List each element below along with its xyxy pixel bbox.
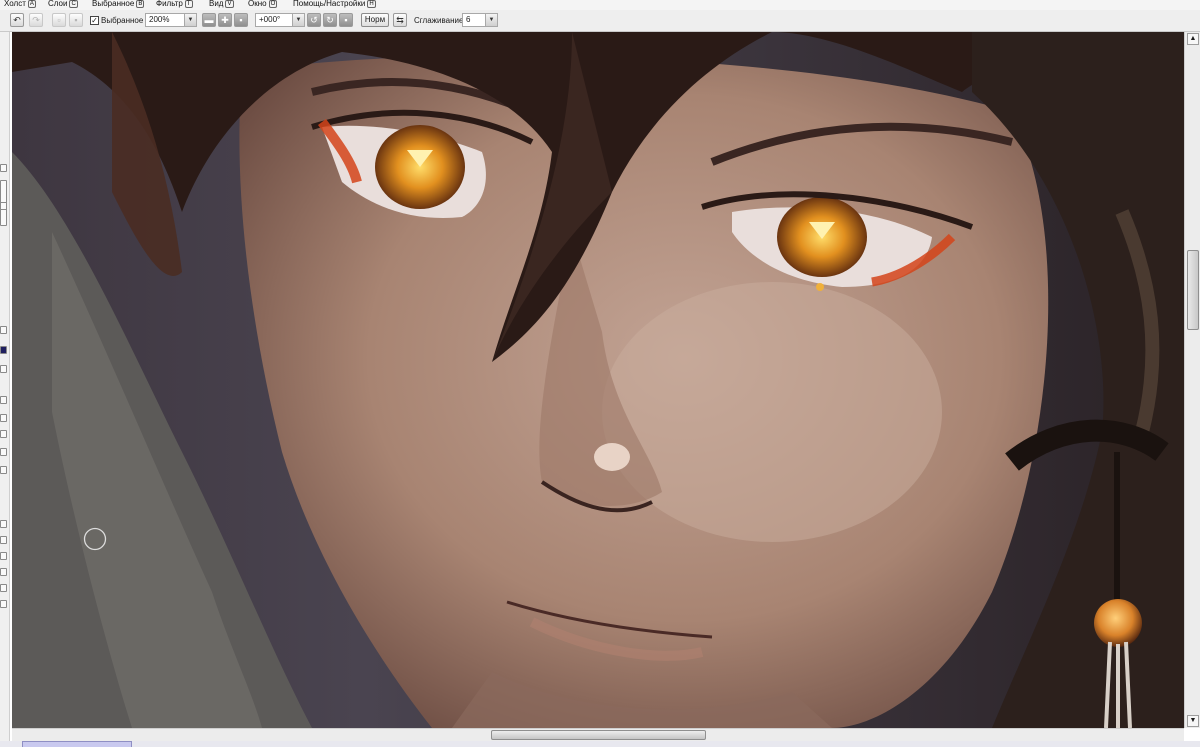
- menu-bar: Холст A Слои C Выбранное B Фильтр T Вид V Окн…: [0, 0, 1200, 10]
- horizontal-scrollbar[interactable]: [12, 728, 1184, 741]
- smoothing-label: Сглаживание: [414, 16, 464, 25]
- status-bar: [0, 741, 1200, 747]
- menu-help-settings[interactable]: Помощь/Настройки H: [293, 0, 376, 9]
- panel-control[interactable]: [0, 202, 7, 210]
- menu-filter[interactable]: Фильтр T: [156, 0, 193, 9]
- panel-control[interactable]: [0, 568, 7, 576]
- vertical-scrollbar[interactable]: ▲ ▼: [1184, 32, 1200, 728]
- rotation-value: +000°: [259, 15, 281, 24]
- document-tab[interactable]: [22, 741, 132, 747]
- deselect-button[interactable]: ▫: [52, 13, 66, 27]
- redo-button[interactable]: ↷: [29, 13, 43, 27]
- color-swatch[interactable]: [0, 346, 7, 354]
- chevron-down-icon: ▼: [184, 14, 196, 26]
- horizontal-scroll-thumb[interactable]: [491, 730, 706, 740]
- menu-layers[interactable]: Слои C: [48, 0, 78, 9]
- redo-icon: ↷: [32, 14, 40, 25]
- panel-control[interactable]: [0, 600, 7, 608]
- panel-control[interactable]: [0, 448, 7, 456]
- panel-control[interactable]: [0, 536, 7, 544]
- panel-control[interactable]: [0, 414, 7, 422]
- menu-canvas[interactable]: Холст A: [4, 0, 36, 9]
- selection-label: Выбранное: [101, 16, 144, 25]
- smoothing-select[interactable]: 6 ▼: [462, 13, 498, 27]
- toolbar: ↶ ↷ ▫ ▪ ✓ Выбранное 200% ▼ ▬ ✚ ▪ +000° ▼…: [0, 10, 1200, 32]
- zoom-out-button[interactable]: ▬: [202, 13, 216, 27]
- panel-control[interactable]: [0, 520, 7, 528]
- menu-window[interactable]: Окно O: [248, 0, 278, 9]
- undo-button[interactable]: ↶: [10, 13, 24, 27]
- deselect-icon: ▫: [57, 14, 61, 25]
- zoom-value: 200%: [149, 15, 170, 24]
- zoom-reset-button[interactable]: ▪: [234, 13, 248, 27]
- vertical-scroll-thumb[interactable]: [1187, 250, 1199, 330]
- plus-icon: ✚: [221, 14, 229, 25]
- rotate-left-icon: ↺: [310, 14, 318, 25]
- drawing-canvas[interactable]: [12, 32, 1184, 728]
- flip-icon: ⇆: [396, 14, 404, 25]
- panel-control[interactable]: [0, 584, 7, 592]
- rotation-select[interactable]: +000° ▼: [255, 13, 305, 27]
- invert-selection-button[interactable]: ▪: [69, 13, 83, 27]
- panel-control[interactable]: [0, 326, 7, 334]
- panel-control[interactable]: [0, 466, 7, 474]
- selection-checkbox[interactable]: ✓: [90, 16, 99, 25]
- reset-icon: ▪: [344, 14, 348, 25]
- smoothing-value: 6: [466, 15, 471, 24]
- chevron-down-icon: ▼: [292, 14, 304, 26]
- panel-control[interactable]: [0, 164, 7, 172]
- menu-selection[interactable]: Выбранное B: [92, 0, 145, 9]
- panel-control[interactable]: [0, 396, 7, 404]
- flip-horizontal-button[interactable]: ⇆: [393, 13, 407, 27]
- invert-selection-icon: ▪: [74, 14, 78, 25]
- canvas-artwork: [12, 32, 1184, 728]
- left-tool-panel: [0, 32, 10, 747]
- rotate-right-button[interactable]: ↻: [323, 13, 337, 27]
- zoom-select[interactable]: 200% ▼: [145, 13, 197, 27]
- blend-mode-button[interactable]: Норм: [361, 13, 389, 27]
- rotate-right-icon: ↻: [326, 14, 334, 25]
- scroll-up-icon[interactable]: ▲: [1187, 33, 1199, 45]
- undo-icon: ↶: [13, 14, 21, 25]
- menu-view[interactable]: Вид V: [209, 0, 234, 9]
- minus-icon: ▬: [204, 14, 214, 25]
- reset-icon: ▪: [239, 14, 243, 25]
- rotate-left-button[interactable]: ↺: [307, 13, 321, 27]
- panel-control[interactable]: [0, 365, 7, 373]
- panel-control[interactable]: [0, 552, 7, 560]
- panel-control[interactable]: [0, 430, 7, 438]
- scroll-down-icon[interactable]: ▼: [1187, 715, 1199, 727]
- zoom-in-button[interactable]: ✚: [218, 13, 232, 27]
- chevron-down-icon: ▼: [485, 14, 497, 26]
- rotate-reset-button[interactable]: ▪: [339, 13, 353, 27]
